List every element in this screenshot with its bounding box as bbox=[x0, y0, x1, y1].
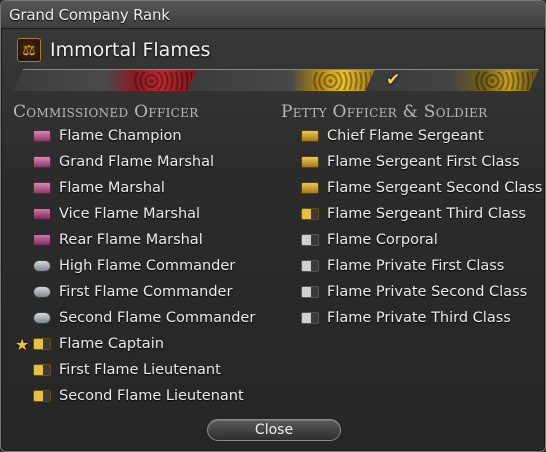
rank-label: Flame Private First Class bbox=[327, 258, 505, 274]
close-button[interactable]: Close bbox=[207, 419, 341, 441]
rank-label: Flame Marshal bbox=[59, 180, 165, 196]
rank-item: Second Flame Lieutenant bbox=[33, 383, 255, 409]
rank-label: Flame Private Third Class bbox=[327, 310, 511, 326]
rank-insignia-icon bbox=[33, 390, 51, 402]
grand-company-rank-window: Grand Company Rank ⚖ Immortal Flames ✔ C… bbox=[0, 0, 546, 452]
rank-item: First Flame Commander bbox=[33, 279, 255, 305]
rank-item: Flame Corporal bbox=[301, 227, 542, 253]
rank-segment-2 bbox=[187, 69, 377, 91]
rank-label: First Flame Lieutenant bbox=[59, 362, 221, 378]
rank-insignia-icon bbox=[301, 208, 319, 220]
rank-item: Flame Sergeant Second Class bbox=[301, 175, 542, 201]
title-bar[interactable]: Grand Company Rank bbox=[1, 1, 545, 29]
rank-label: Second Flame Commander bbox=[59, 310, 256, 326]
petty-rank-list: Chief Flame Sergeant Flame Sergeant First… bbox=[301, 123, 542, 331]
rank-label: Flame Sergeant Third Class bbox=[327, 206, 526, 222]
rank-insignia-icon bbox=[301, 156, 319, 168]
rank-insignia-icon bbox=[301, 234, 319, 246]
rank-insignia-icon bbox=[301, 286, 319, 298]
rank-insignia-icon bbox=[33, 312, 51, 324]
rank-insignia-icon bbox=[33, 234, 51, 246]
rank-insignia-icon bbox=[301, 312, 319, 324]
rank-item: ★ Flame Captain bbox=[15, 331, 255, 357]
rank-label: Flame Private Second Class bbox=[327, 284, 528, 300]
rank-label: Grand Flame Marshal bbox=[59, 154, 215, 170]
rank-item: Vice Flame Marshal bbox=[33, 201, 255, 227]
rank-insignia-icon bbox=[33, 156, 51, 168]
commissioned-heading: Commissioned Officer bbox=[13, 102, 199, 122]
rank-insignia-icon bbox=[33, 286, 51, 298]
rank-item: Flame Champion bbox=[33, 123, 255, 149]
rank-item: Flame Private Third Class bbox=[301, 305, 542, 331]
rank-item: Flame Marshal bbox=[33, 175, 255, 201]
rank-item: First Flame Lieutenant bbox=[33, 357, 255, 383]
rank-item: Flame Sergeant First Class bbox=[301, 149, 542, 175]
rank-item: Flame Private First Class bbox=[301, 253, 542, 279]
rank-item: Second Flame Commander bbox=[33, 305, 255, 331]
current-rank-star-icon: ★ bbox=[15, 335, 30, 354]
rank-label: Flame Captain bbox=[59, 336, 164, 352]
rank-insignia-icon bbox=[301, 260, 319, 272]
rank-label: Flame Sergeant First Class bbox=[327, 154, 520, 170]
flames-emblem-icon: ⚖ bbox=[17, 38, 41, 62]
rank-label: Flame Sergeant Second Class bbox=[327, 180, 543, 196]
rank-label: Flame Champion bbox=[59, 128, 182, 144]
rank-insignia-icon bbox=[33, 208, 51, 220]
rank-item: Flame Sergeant Third Class bbox=[301, 201, 542, 227]
rank-label: First Flame Commander bbox=[59, 284, 233, 300]
rank-label: Rear Flame Marshal bbox=[59, 232, 203, 248]
rank-label: Vice Flame Marshal bbox=[59, 206, 201, 222]
window-title: Grand Company Rank bbox=[9, 6, 170, 24]
rank-insignia-icon bbox=[33, 338, 51, 350]
rank-label: Flame Corporal bbox=[327, 232, 438, 248]
rank-label: Second Flame Lieutenant bbox=[59, 388, 244, 404]
rank-insignia-icon bbox=[33, 260, 51, 272]
rank-label: High Flame Commander bbox=[59, 258, 236, 274]
rank-insignia-icon bbox=[301, 130, 319, 142]
checkmark-icon: ✔ bbox=[386, 70, 401, 90]
company-name: Immortal Flames bbox=[50, 39, 211, 61]
rank-insignia-icon bbox=[301, 182, 319, 194]
rank-insignia-icon bbox=[33, 182, 51, 194]
rank-insignia-icon bbox=[33, 130, 51, 142]
rank-progress-bar bbox=[13, 69, 539, 91]
rank-item: Grand Flame Marshal bbox=[33, 149, 255, 175]
rank-label: Chief Flame Sergeant bbox=[327, 128, 484, 144]
rank-item: High Flame Commander bbox=[33, 253, 255, 279]
company-header: ⚖ Immortal Flames bbox=[17, 37, 210, 63]
rank-segment-1 bbox=[13, 69, 198, 91]
petty-heading: Petty Officer & Soldier bbox=[281, 102, 488, 122]
rank-item: Chief Flame Sergeant bbox=[301, 123, 542, 149]
commissioned-rank-list: Flame Champion Grand Flame Marshal Flame M… bbox=[15, 123, 255, 409]
rank-item: Flame Private Second Class bbox=[301, 279, 542, 305]
rank-insignia-icon bbox=[33, 364, 51, 376]
rank-item: Rear Flame Marshal bbox=[33, 227, 255, 253]
